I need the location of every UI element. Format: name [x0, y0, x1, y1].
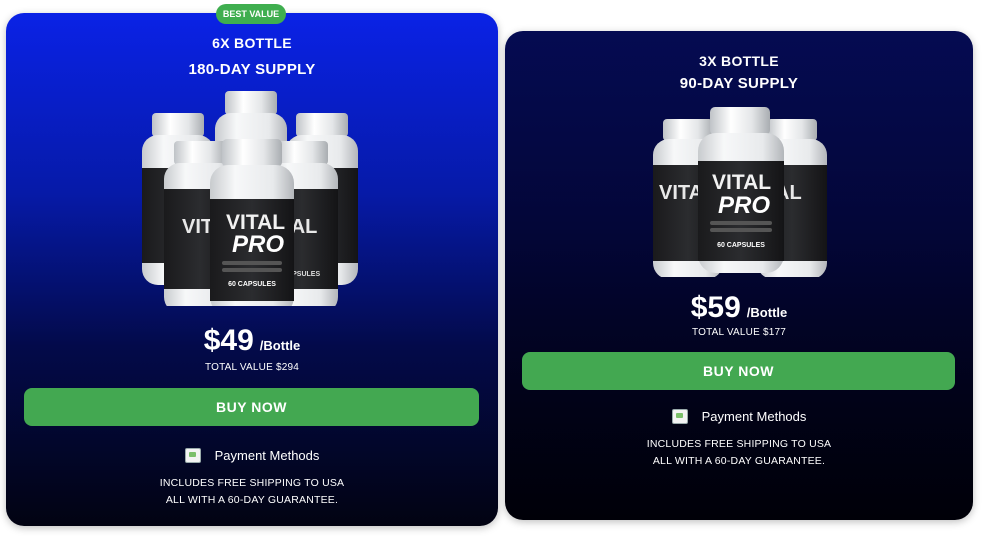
price-amount: $59	[690, 291, 741, 324]
payment-methods-image: Payment Methods	[505, 409, 973, 424]
payment-methods-alt: Payment Methods	[214, 448, 320, 463]
product-brand-bottom: PRO	[232, 231, 284, 258]
price-per-unit: /Bottle	[259, 338, 301, 353]
offer-title: 6X BOTTLE	[212, 35, 292, 51]
offer-card-6x: BEST VALUE 6X BOTTLE 180-DAY SUPPLY VIT	[6, 4, 498, 526]
product-bottles-image: VIT TAL CAPSULES VITAL PRO 60 CAPSULES	[142, 91, 358, 306]
offer-supply: 180-DAY SUPPLY	[188, 61, 316, 78]
payment-methods-image: Payment Methods	[6, 448, 498, 463]
total-value: TOTAL VALUE $294	[205, 362, 299, 373]
shipping-line-1: INCLUDES FREE SHIPPING TO USA	[159, 477, 345, 489]
product-brand-bottom: PRO	[718, 192, 770, 219]
buy-now-button[interactable]: BUY NOW	[24, 388, 479, 426]
buy-now-button[interactable]: BUY NOW	[522, 352, 955, 390]
broken-image-icon	[671, 409, 688, 424]
offer-title: 3X BOTTLE	[699, 53, 779, 69]
shipping-line-2: ALL WITH A 60-DAY GUARANTEE.	[652, 455, 826, 467]
svg-text:VIT: VIT	[182, 216, 213, 238]
svg-text:VITA: VITA	[659, 182, 703, 204]
product-capsules-label: 60 CAPSULES	[228, 281, 276, 288]
shipping-note: INCLUDES FREE SHIPPING TO USA ALL WITH A…	[6, 475, 498, 509]
price-block: $49/Bottle	[6, 324, 498, 358]
product-brand-top: VITAL	[712, 171, 771, 194]
payment-methods-alt: Payment Methods	[701, 409, 807, 424]
offer-card-3x: 3X BOTTLE 90-DAY SUPPLY VITA AL VITAL PR…	[505, 31, 973, 520]
broken-image-icon	[184, 448, 201, 463]
price-block: $59/Bottle	[505, 291, 973, 325]
price-amount: $49	[203, 324, 254, 357]
shipping-line-2: ALL WITH A 60-DAY GUARANTEE.	[165, 494, 339, 506]
product-bottles-image: VITA AL VITAL PRO 60 CAPSULES	[653, 107, 827, 277]
product-capsules-label: 60 CAPSULES	[717, 242, 765, 249]
best-value-badge: BEST VALUE	[216, 4, 286, 24]
shipping-line-1: INCLUDES FREE SHIPPING TO USA	[646, 438, 832, 450]
offer-supply: 90-DAY SUPPLY	[679, 75, 799, 92]
total-value: TOTAL VALUE $177	[692, 327, 786, 338]
shipping-note: INCLUDES FREE SHIPPING TO USA ALL WITH A…	[505, 436, 973, 470]
price-per-unit: /Bottle	[746, 305, 788, 320]
